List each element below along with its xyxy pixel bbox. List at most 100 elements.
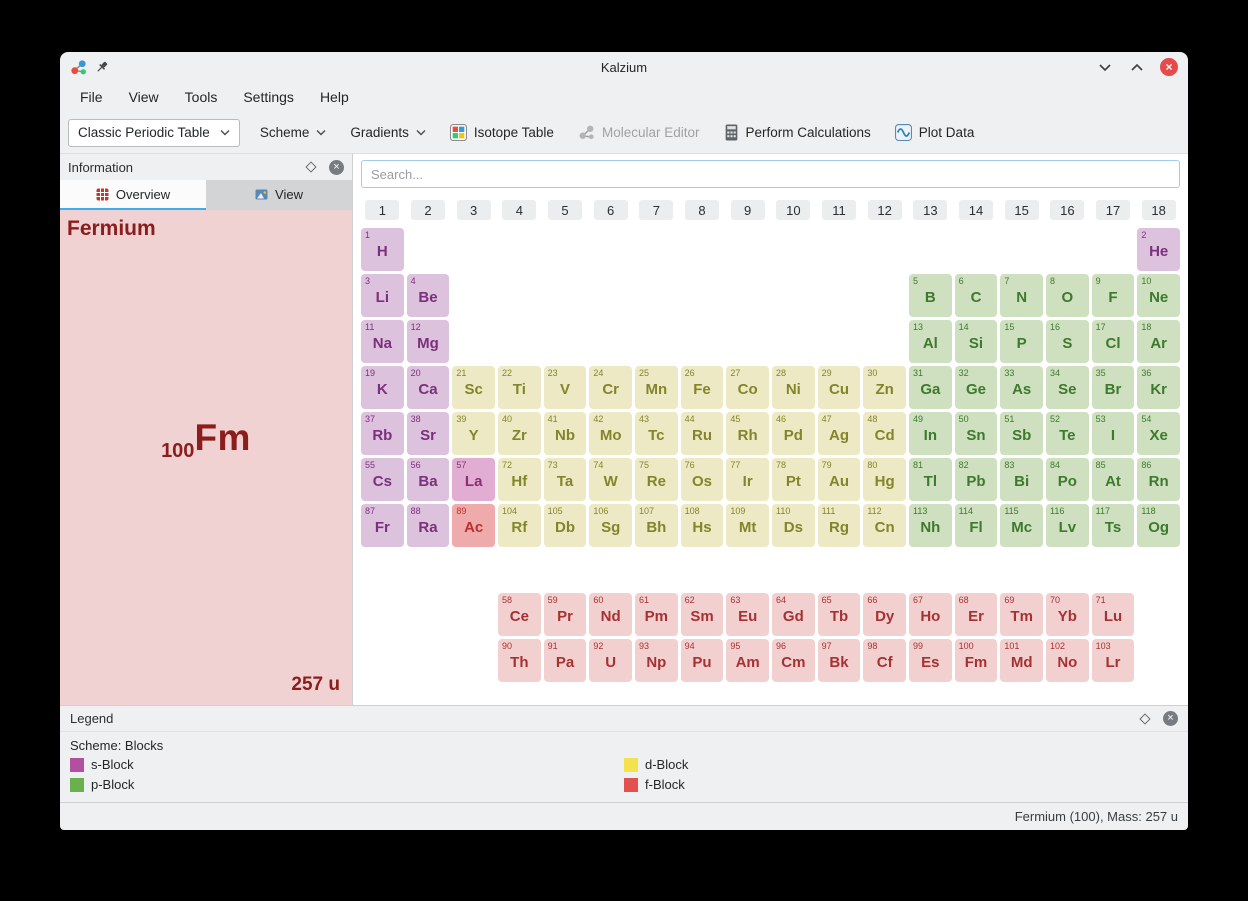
shade-down-button[interactable]: [1096, 58, 1114, 76]
element-Fr[interactable]: 87Fr: [361, 504, 404, 547]
element-Kr[interactable]: 36Kr: [1137, 366, 1180, 409]
element-Zr[interactable]: 40Zr: [498, 412, 541, 455]
element-Ni[interactable]: 28Ni: [772, 366, 815, 409]
element-Cm[interactable]: 96Cm: [772, 639, 815, 682]
element-N[interactable]: 7N: [1000, 274, 1043, 317]
element-Ag[interactable]: 47Ag: [818, 412, 861, 455]
element-Hs[interactable]: 108Hs: [681, 504, 724, 547]
element-Ba[interactable]: 56Ba: [407, 458, 450, 501]
float-dock-icon[interactable]: [1139, 713, 1150, 724]
element-Am[interactable]: 95Am: [726, 639, 769, 682]
element-Tc[interactable]: 43Tc: [635, 412, 678, 455]
element-Sm[interactable]: 62Sm: [681, 593, 724, 636]
isotope-table-button[interactable]: Isotope Table: [446, 118, 558, 148]
element-Bi[interactable]: 83Bi: [1000, 458, 1043, 501]
element-Pb[interactable]: 82Pb: [955, 458, 998, 501]
element-Ir[interactable]: 77Ir: [726, 458, 769, 501]
element-Se[interactable]: 34Se: [1046, 366, 1089, 409]
element-Hg[interactable]: 80Hg: [863, 458, 906, 501]
element-Lu[interactable]: 71Lu: [1092, 593, 1135, 636]
gradients-button[interactable]: Gradients: [346, 118, 430, 148]
element-Co[interactable]: 27Co: [726, 366, 769, 409]
element-Ac[interactable]: 89Ac: [452, 504, 495, 547]
element-As[interactable]: 33As: [1000, 366, 1043, 409]
element-Og[interactable]: 118Og: [1137, 504, 1180, 547]
menu-file[interactable]: File: [80, 89, 103, 105]
tab-view[interactable]: View: [206, 180, 352, 210]
element-U[interactable]: 92U: [589, 639, 632, 682]
element-Dy[interactable]: 66Dy: [863, 593, 906, 636]
element-F[interactable]: 9F: [1092, 274, 1135, 317]
perform-calculations-button[interactable]: Perform Calculations: [720, 118, 875, 148]
element-Cr[interactable]: 24Cr: [589, 366, 632, 409]
element-Pd[interactable]: 46Pd: [772, 412, 815, 455]
element-Rn[interactable]: 86Rn: [1137, 458, 1180, 501]
element-Sn[interactable]: 50Sn: [955, 412, 998, 455]
element-Tb[interactable]: 65Tb: [818, 593, 861, 636]
element-Np[interactable]: 93Np: [635, 639, 678, 682]
element-Pa[interactable]: 91Pa: [544, 639, 587, 682]
element-Rh[interactable]: 45Rh: [726, 412, 769, 455]
element-Xe[interactable]: 54Xe: [1137, 412, 1180, 455]
element-Ge[interactable]: 32Ge: [955, 366, 998, 409]
element-Sc[interactable]: 21Sc: [452, 366, 495, 409]
element-Sg[interactable]: 106Sg: [589, 504, 632, 547]
element-S[interactable]: 16S: [1046, 320, 1089, 363]
element-La[interactable]: 57La: [452, 458, 495, 501]
element-Md[interactable]: 101Md: [1000, 639, 1043, 682]
element-Lr[interactable]: 103Lr: [1092, 639, 1135, 682]
element-Mt[interactable]: 109Mt: [726, 504, 769, 547]
element-Pu[interactable]: 94Pu: [681, 639, 724, 682]
element-Pt[interactable]: 78Pt: [772, 458, 815, 501]
element-Cd[interactable]: 48Cd: [863, 412, 906, 455]
element-Tm[interactable]: 69Tm: [1000, 593, 1043, 636]
element-Ti[interactable]: 22Ti: [498, 366, 541, 409]
element-Al[interactable]: 13Al: [909, 320, 952, 363]
element-Hf[interactable]: 72Hf: [498, 458, 541, 501]
element-Ce[interactable]: 58Ce: [498, 593, 541, 636]
plot-data-button[interactable]: Plot Data: [891, 118, 979, 148]
element-Zn[interactable]: 30Zn: [863, 366, 906, 409]
element-Bh[interactable]: 107Bh: [635, 504, 678, 547]
element-Ho[interactable]: 67Ho: [909, 593, 952, 636]
element-Cs[interactable]: 55Cs: [361, 458, 404, 501]
element-He[interactable]: 2He: [1137, 228, 1180, 271]
element-Be[interactable]: 4Be: [407, 274, 450, 317]
element-Rg[interactable]: 111Rg: [818, 504, 861, 547]
element-Cu[interactable]: 29Cu: [818, 366, 861, 409]
dock-close-icon[interactable]: ×: [1163, 711, 1178, 726]
element-Er[interactable]: 68Er: [955, 593, 998, 636]
element-Pm[interactable]: 61Pm: [635, 593, 678, 636]
element-Mg[interactable]: 12Mg: [407, 320, 450, 363]
element-Os[interactable]: 76Os: [681, 458, 724, 501]
element-K[interactable]: 19K: [361, 366, 404, 409]
element-Es[interactable]: 99Es: [909, 639, 952, 682]
element-Lv[interactable]: 116Lv: [1046, 504, 1089, 547]
element-Na[interactable]: 11Na: [361, 320, 404, 363]
element-Sr[interactable]: 38Sr: [407, 412, 450, 455]
element-C[interactable]: 6C: [955, 274, 998, 317]
element-Mn[interactable]: 25Mn: [635, 366, 678, 409]
element-Ts[interactable]: 117Ts: [1092, 504, 1135, 547]
element-Bk[interactable]: 97Bk: [818, 639, 861, 682]
pin-icon[interactable]: [95, 60, 109, 74]
element-Nb[interactable]: 41Nb: [544, 412, 587, 455]
maximize-button[interactable]: [1128, 58, 1146, 76]
element-Rb[interactable]: 37Rb: [361, 412, 404, 455]
element-Ta[interactable]: 73Ta: [544, 458, 587, 501]
element-Ga[interactable]: 31Ga: [909, 366, 952, 409]
element-Br[interactable]: 35Br: [1092, 366, 1135, 409]
element-Mo[interactable]: 42Mo: [589, 412, 632, 455]
menu-settings[interactable]: Settings: [243, 89, 294, 105]
element-Cf[interactable]: 98Cf: [863, 639, 906, 682]
element-W[interactable]: 74W: [589, 458, 632, 501]
element-Eu[interactable]: 63Eu: [726, 593, 769, 636]
element-Ra[interactable]: 88Ra: [407, 504, 450, 547]
element-I[interactable]: 53I: [1092, 412, 1135, 455]
element-Cn[interactable]: 112Cn: [863, 504, 906, 547]
element-B[interactable]: 5B: [909, 274, 952, 317]
element-Th[interactable]: 90Th: [498, 639, 541, 682]
menu-help[interactable]: Help: [320, 89, 349, 105]
scheme-button[interactable]: Scheme: [256, 118, 331, 148]
element-Te[interactable]: 52Te: [1046, 412, 1089, 455]
